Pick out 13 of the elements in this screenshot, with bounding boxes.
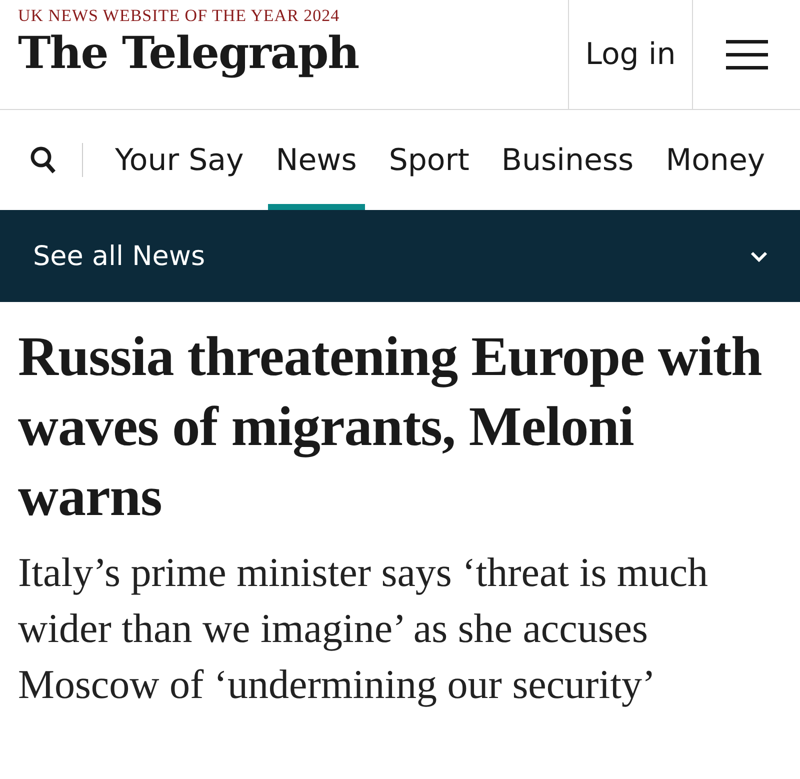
standfirst: Italy’s prime minister says ‘threat is much wider than we imagine’ as she accuses Moscow of ‘undermining our security’ <box>18 548 710 709</box>
nav-tab[interactable]: Business <box>493 110 642 210</box>
login-button[interactable]: Log in <box>568 0 692 109</box>
headline: Russia threatening Europe with waves of migrants, Meloni warns <box>18 325 763 530</box>
menu-icon <box>726 40 768 70</box>
nav-tab[interactable]: Money <box>658 110 774 210</box>
nav-tab[interactable]: Sport <box>380 110 478 210</box>
search-icon <box>30 146 56 174</box>
section-dropdown[interactable]: See all News <box>0 210 800 302</box>
nav-tab[interactable]: Your Say <box>107 110 252 210</box>
logo[interactable]: The Telegraph <box>18 28 359 79</box>
chevron-icon <box>750 250 768 262</box>
tagline: UK NEWS WEBSITE OF THE YEAR 2024 <box>18 6 340 26</box>
